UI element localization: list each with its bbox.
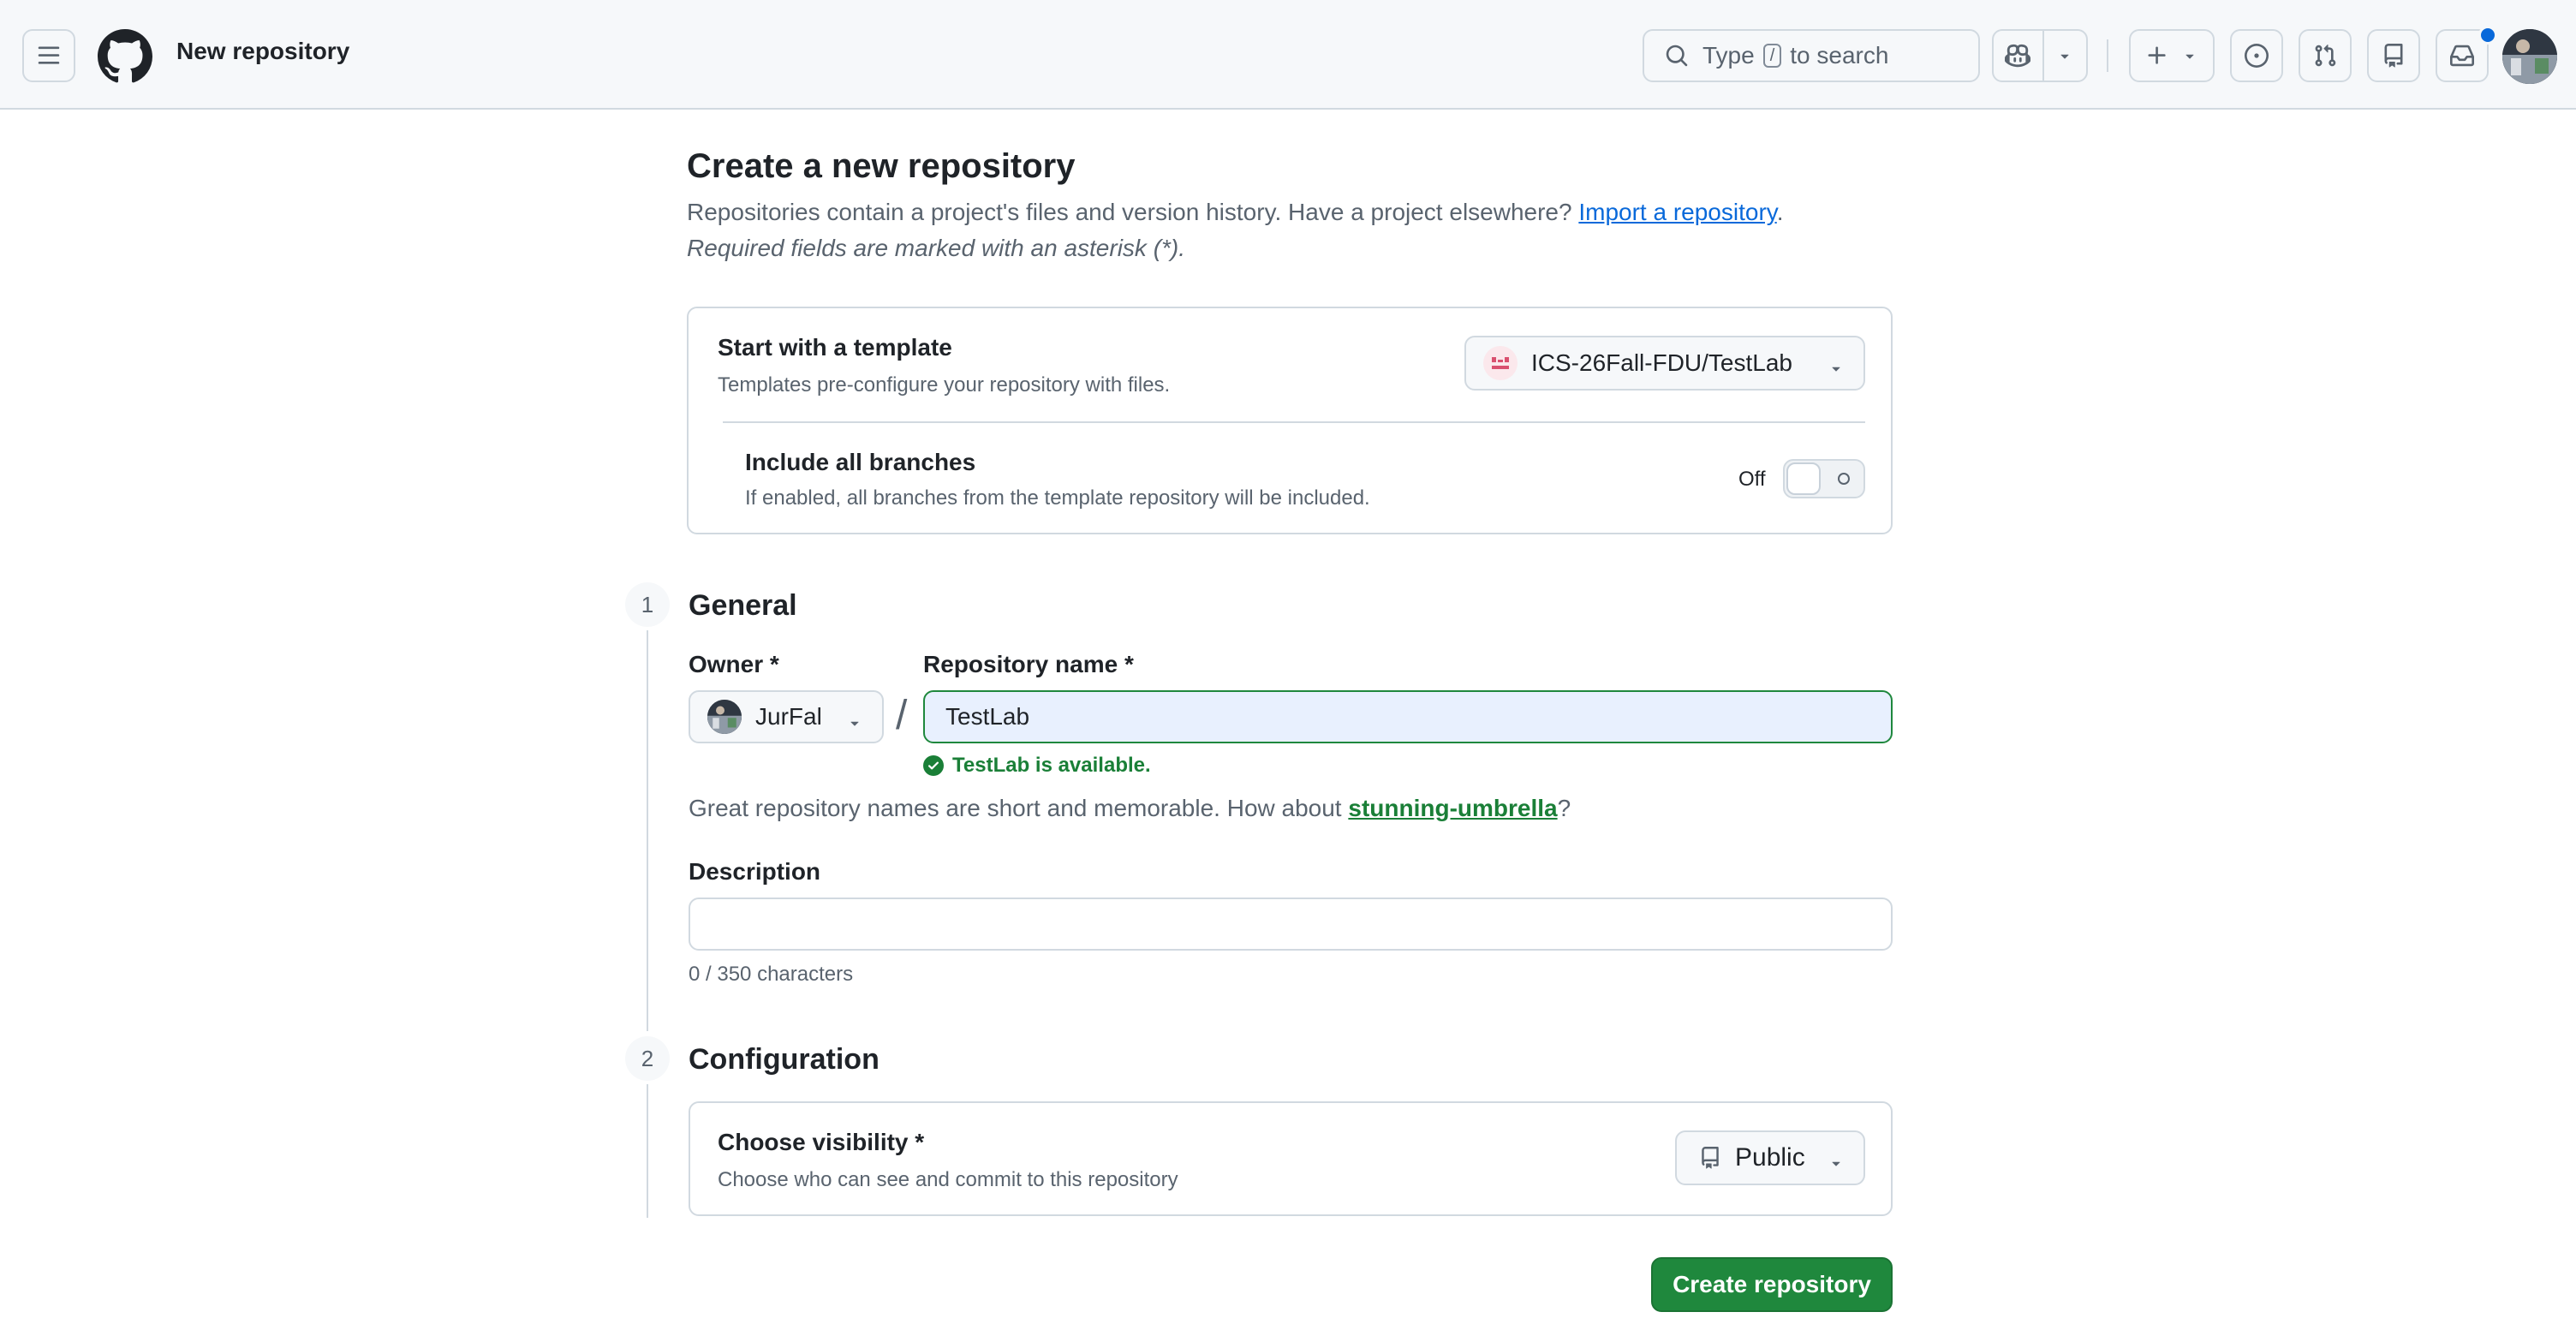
include-branches-toggle[interactable] — [1783, 459, 1865, 498]
visibility-description: Choose who can see and commit to this re… — [718, 1168, 1178, 1191]
visibility-title: Choose visibility * — [718, 1129, 925, 1155]
global-header: New repository Type / to search — [0, 0, 2576, 110]
step-connector-line — [647, 630, 648, 1031]
required-fields-note: Required fields are marked with an aster… — [687, 235, 1186, 261]
check-circle-icon — [923, 755, 952, 776]
include-branches-title: Include all branches — [745, 449, 976, 475]
pull-requests-icon — [2313, 44, 2337, 68]
template-select[interactable]: ICS-26Fall-FDU/TestLab — [1464, 336, 1865, 391]
issues-icon — [2245, 44, 2269, 68]
toggle-knob — [1786, 462, 1821, 495]
chevron-down-icon — [1828, 1154, 1845, 1172]
step-number-configuration: 2 — [625, 1036, 670, 1081]
description-label: Description — [689, 858, 821, 885]
toggle-state-label: Off — [1738, 468, 1766, 491]
description-char-count: 0 / 350 characters — [689, 963, 854, 986]
pull-requests-button[interactable] — [2299, 29, 2352, 82]
org-avatar — [1483, 346, 1518, 380]
toggle-off-icon — [1838, 473, 1850, 485]
chevron-down-icon — [2056, 47, 2073, 64]
chevron-down-icon — [1828, 360, 1845, 377]
visibility-select[interactable]: Public — [1675, 1130, 1865, 1185]
hamburger-icon — [37, 44, 61, 68]
import-repository-link[interactable]: Import a repository — [1578, 199, 1776, 225]
visibility-section: Choose visibility * Choose who can see a… — [689, 1101, 1893, 1216]
subtitle-end: . — [1776, 199, 1784, 225]
section-title-general: General — [689, 589, 797, 622]
include-branches-description: If enabled, all branches from the templa… — [745, 486, 1370, 510]
description-input[interactable] — [689, 898, 1893, 951]
header-page-title[interactable]: New repository — [176, 38, 349, 65]
header-divider — [2107, 39, 2108, 72]
repository-name-label: Repository name * — [923, 651, 1134, 677]
visibility-select-value: Public — [1735, 1143, 1805, 1172]
repo-icon — [1699, 1147, 1721, 1169]
search-suffix: to search — [1790, 42, 1889, 69]
page-title: Create a new repository — [687, 147, 1076, 185]
owner-select[interactable]: JurFal — [689, 690, 884, 743]
template-title: Start with a template — [718, 334, 952, 361]
search-shortcut-key: / — [1762, 44, 1782, 68]
suggested-name-link[interactable]: stunning-umbrella — [1348, 795, 1557, 821]
user-avatar[interactable] — [2502, 29, 2557, 84]
search-prefix: Type — [1702, 42, 1755, 69]
step-connector-line — [647, 1084, 648, 1218]
copilot-button[interactable] — [1994, 31, 2044, 81]
owner-label: Owner * — [689, 651, 779, 677]
search-icon — [1665, 44, 1689, 68]
hamburger-menu-button[interactable] — [22, 29, 75, 82]
inbox-icon — [2450, 44, 2474, 68]
owner-repo-separator: / — [896, 693, 908, 738]
availability-message: TestLab is available. — [923, 754, 1151, 778]
template-section: Start with a template Templates pre-conf… — [687, 307, 1893, 534]
suggestion-suffix: ? — [1557, 795, 1571, 821]
template-divider — [723, 421, 1865, 423]
copilot-button-group — [1992, 29, 2088, 82]
page-subtitle: Repositories contain a project's files a… — [687, 199, 1783, 226]
template-description: Templates pre-configure your repository … — [718, 373, 1171, 397]
template-select-value: ICS-26Fall-FDU/TestLab — [1531, 349, 1792, 376]
suggestion-prefix: Great repository names are short and mem… — [689, 795, 1342, 821]
search-button[interactable]: Type / to search — [1643, 29, 1980, 82]
repositories-button[interactable] — [2367, 29, 2420, 82]
section-title-configuration: Configuration — [689, 1043, 880, 1076]
github-logo-icon[interactable] — [98, 29, 152, 84]
create-new-button[interactable] — [2129, 29, 2215, 82]
plus-icon — [2145, 44, 2169, 68]
owner-select-value: JurFal — [755, 703, 822, 730]
chevron-down-icon — [2181, 47, 2198, 64]
notification-indicator — [2478, 26, 2497, 45]
availability-text: TestLab is available. — [952, 754, 1151, 777]
issues-button[interactable] — [2230, 29, 2283, 82]
subtitle-text: Repositories contain a project's files a… — [687, 199, 1572, 225]
copilot-icon — [2005, 43, 2031, 69]
name-suggestion: Great repository names are short and mem… — [689, 795, 1571, 822]
chevron-down-icon — [846, 714, 863, 731]
step-number-general: 1 — [625, 582, 670, 627]
owner-avatar — [707, 700, 742, 734]
repos-icon — [2382, 44, 2406, 68]
create-repository-button[interactable]: Create repository — [1651, 1257, 1893, 1312]
copilot-dropdown-button[interactable] — [2044, 31, 2086, 81]
repository-name-input[interactable] — [923, 690, 1893, 743]
